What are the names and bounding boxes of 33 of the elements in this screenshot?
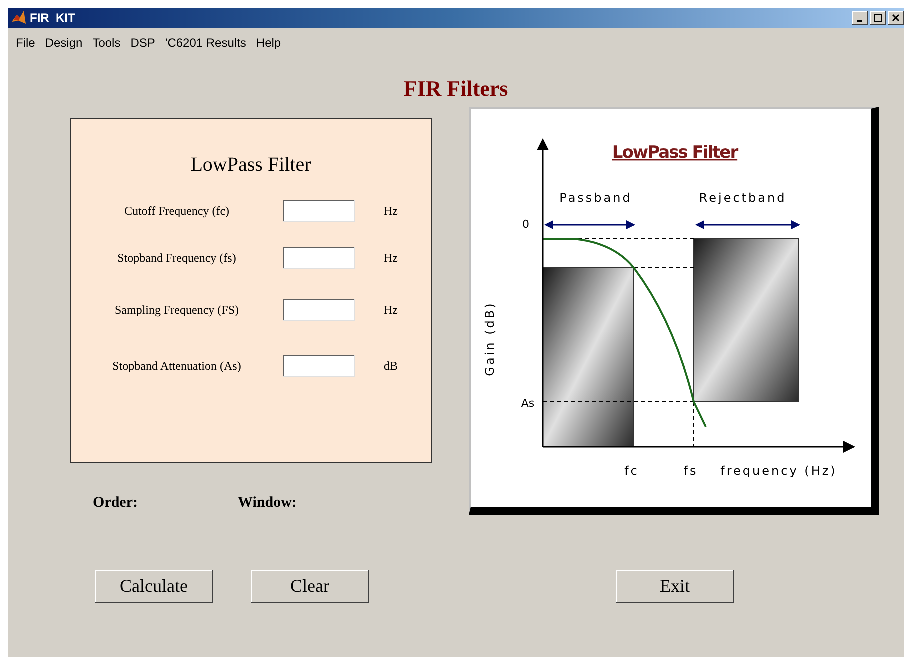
input-field[interactable] [283,299,355,321]
menu-item[interactable]: DSP [126,34,160,52]
field-label: Cutoff Frequency (fc) [124,203,230,220]
close-icon [892,14,900,22]
action-button[interactable]: Clear [251,570,369,603]
result-label: Order: [93,494,138,513]
app-icon [11,10,27,26]
menu-item[interactable]: File [11,34,40,52]
field-label: Sampling Frequency (FS) [115,302,239,319]
menu-item[interactable]: 'C6201 Results [160,34,252,52]
menu-item[interactable]: Design [40,34,88,52]
lowpass-filter-drawing: LowPass Filter Passband Rejectband 0 As Gain (dB) fc fs frequency (Hz) [474,111,868,505]
field-label: Stopband Attenuation (As) [112,358,242,375]
close-button[interactable] [888,11,904,25]
panel-title: LowPass Filter [190,153,312,177]
menu-item[interactable]: Help [251,34,286,52]
action-button[interactable]: Calculate [95,570,213,603]
action-button[interactable]: Exit [616,570,734,603]
unit-label: Hz [384,250,398,267]
unit-label: Hz [384,203,398,220]
menu-item[interactable]: Tools [88,34,126,52]
unit-label: Hz [384,302,398,319]
unit-label: dB [384,358,398,375]
input-field[interactable] [283,247,355,269]
window-title: FIR_KIT [30,10,76,27]
input-field[interactable] [283,200,355,222]
maximize-button[interactable] [870,11,886,25]
result-label: Window: [238,494,297,513]
maximize-icon [874,14,882,22]
page-heading: FIR Filters [404,75,508,103]
input-field[interactable] [283,355,355,377]
minimize-button[interactable] [852,11,868,25]
field-label: Stopband Frequency (fs) [118,250,236,267]
